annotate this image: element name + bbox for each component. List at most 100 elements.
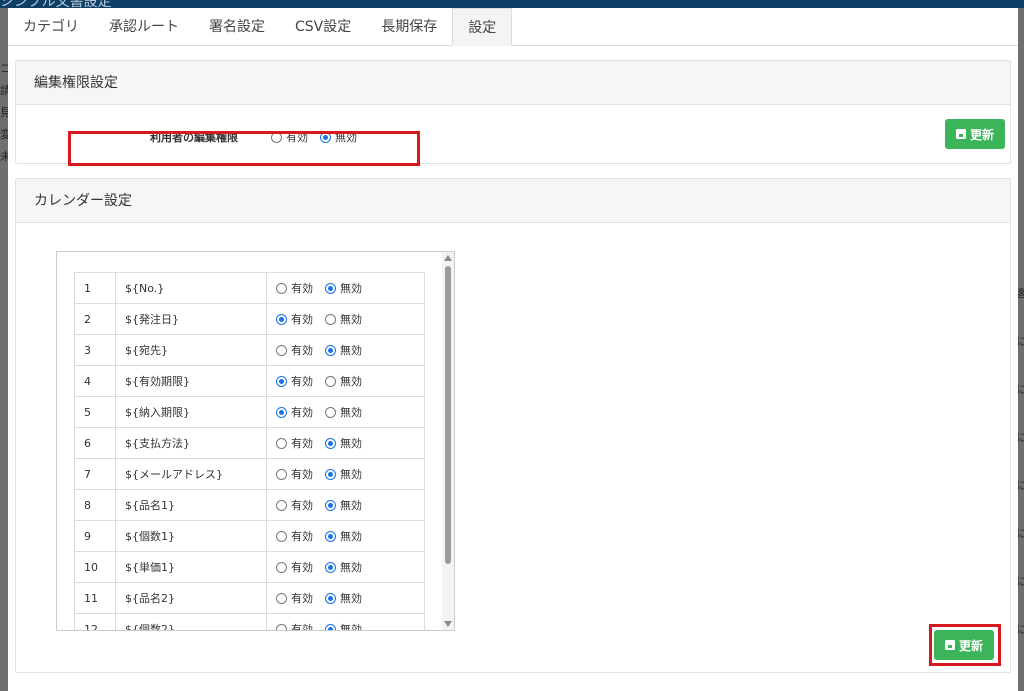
enabled-radio[interactable] [276,592,287,604]
enabled-radio[interactable] [276,406,287,418]
disabled-label: 無効 [340,530,362,543]
row-radio-group: 有効 無効 [276,280,424,296]
disabled-radio[interactable] [325,530,336,542]
enabled-label: 有効 [291,468,313,481]
row-number: 12 [74,613,116,630]
row-variable-name: ${品名2} [115,582,267,614]
row-number: 7 [74,458,116,490]
disabled-label: 無効 [340,468,362,481]
row-radio-group: 有効 無効 [276,404,424,420]
disabled-radio[interactable] [325,468,336,480]
enabled-label: 有効 [291,344,313,357]
enabled-radio[interactable] [276,313,287,325]
enabled-radio[interactable] [276,561,287,573]
disabled-label: 無効 [340,561,362,574]
scroll-down-arrow-icon[interactable] [444,621,452,627]
enabled-radio[interactable] [276,344,287,356]
disabled-radio[interactable] [325,375,336,387]
table-row: 3 ${宛先} 有効 無効 [74,334,425,366]
disabled-radio[interactable] [325,561,336,573]
disabled-label: 無効 [340,344,362,357]
calendar-list-scroll[interactable]: 1 ${No.} 有効 無効 2 ${発注日} 有効 無効 3 ${宛先} 有効 無効 4 ${有効期限}… [56,251,455,631]
enabled-label: 有効 [291,561,313,574]
table-row: 8 ${品名1} 有効 無効 [74,489,425,521]
row-radio-group: 有効 無効 [276,466,424,482]
disabled-label: 無効 [340,437,362,450]
row-radio-group: 有効 無効 [276,528,424,544]
row-options: 有効 無効 [266,582,425,614]
row-options: 有効 無効 [266,458,425,490]
row-variable-name: ${単価1} [115,551,267,583]
disabled-radio[interactable] [325,313,336,325]
scroll-thumb[interactable] [445,266,451,564]
row-options: 有効 無効 [266,613,425,631]
row-number: 3 [74,334,116,366]
disabled-label: 無効 [340,313,362,326]
update-label: 更新 [969,127,994,142]
row-options: 有効 無効 [266,303,425,335]
backdrop-left-char: 請 [0,84,8,97]
disabled-radio[interactable] [325,406,336,418]
row-number: 9 [74,520,116,552]
table-row: 6 ${支払方法} 有効 無効 [74,427,425,459]
tab-3[interactable]: CSV設定 [280,8,366,46]
disabled-radio[interactable] [325,592,336,604]
row-variable-name: ${有効期限} [115,365,267,397]
update-label: 更新 [958,638,983,653]
tab-0[interactable]: カテゴリ [8,8,94,46]
enabled-radio[interactable] [276,282,287,294]
backdrop-left-char: 変 [0,128,8,141]
disabled-radio[interactable] [325,344,336,356]
enabled-radio[interactable] [276,375,287,387]
edit-permission-update-button[interactable]: 更新 [945,119,1005,149]
row-radio-group: 有効 無効 [276,435,424,451]
enabled-label: 有効 [291,375,313,388]
tab-2[interactable]: 署名設定 [194,8,280,46]
calendar-table: 1 ${No.} 有効 無効 2 ${発注日} 有効 無効 3 ${宛先} 有効 無効 4 ${有効期限}… [74,272,425,631]
row-radio-group: 有効 無効 [276,590,424,606]
tab-5[interactable]: 設定 [452,8,513,46]
row-radio-group: 有効 無効 [276,342,424,358]
disabled-label: 無効 [340,282,362,295]
tab-1[interactable]: 承認ルート [94,8,194,46]
enabled-radio[interactable] [276,499,287,511]
enabled-radio[interactable] [276,623,287,630]
calendar-update-button[interactable]: 更新 [934,630,994,660]
scroll-up-arrow-icon[interactable] [444,255,452,261]
backdrop-left-char: 未 [0,150,8,163]
row-options: 有効 無効 [266,489,425,521]
enabled-radio[interactable] [276,437,287,449]
row-variable-name: ${個数2} [115,613,267,630]
enabled-label: 有効 [291,313,313,326]
row-number: 6 [74,427,116,459]
row-radio-group: 有効 無効 [276,559,424,575]
enabled-label: 有効 [291,530,313,543]
row-variable-name: ${納入期限} [115,396,267,428]
enabled-radio[interactable] [276,468,287,480]
disabled-radio[interactable] [325,623,336,630]
disabled-label: 無効 [340,623,362,631]
enabled-radio[interactable] [276,530,287,542]
tab-bar: カテゴリ 承認ルート 署名設定 CSV設定 長期保存 設定 [8,8,1018,46]
disabled-label: 無効 [340,375,362,388]
row-variable-name: ${個数1} [115,520,267,552]
disabled-label: 無効 [340,499,362,512]
backdrop-header: シンプル文書設定 [0,0,1024,10]
disabled-radio[interactable] [325,282,336,294]
disabled-radio[interactable] [325,499,336,511]
row-variable-name: ${品名1} [115,489,267,521]
disabled-label: 無効 [340,592,362,605]
calendar-scrollbar[interactable] [442,252,454,630]
row-options: 有効 無効 [266,396,425,428]
backdrop-left-char: コ [0,62,8,75]
row-options: 有効 無効 [266,365,425,397]
tab-4[interactable]: 長期保存 [366,8,452,46]
row-radio-group: 有効 無効 [276,311,424,327]
row-options: 有効 無効 [266,272,425,304]
table-row: 2 ${発注日} 有効 無効 [74,303,425,335]
enabled-label: 有効 [291,406,313,419]
enabled-label: 有効 [291,592,313,605]
disabled-radio[interactable] [325,437,336,449]
save-icon [955,129,966,139]
row-number: 2 [74,303,116,335]
